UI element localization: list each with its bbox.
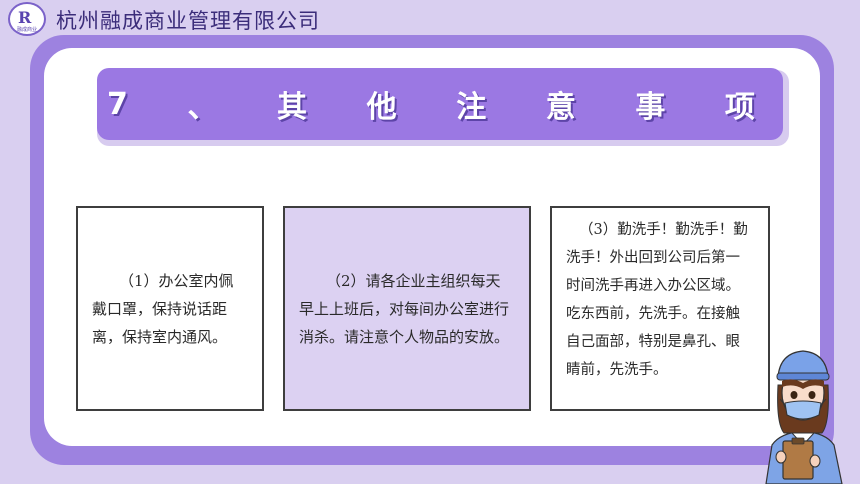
title-char: 其: [277, 90, 308, 125]
title-char: 项: [724, 90, 755, 125]
note-text-2: （2）请各企业主组织每天早上上班后，对每间办公室进行消杀。请注意个人物品的安放。: [299, 271, 510, 346]
logo-subtext: 融成商业: [17, 27, 38, 33]
title-char: 意: [545, 90, 576, 125]
note-box-2: （2）请各企业主组织每天早上上班后，对每间办公室进行消杀。请注意个人物品的安放。: [283, 206, 531, 411]
title-char: 他: [366, 90, 397, 125]
logo-letter: R: [18, 8, 32, 27]
company-logo-icon: R 融成商业: [8, 2, 46, 36]
title-char: 注: [456, 90, 487, 125]
title-char: 、: [187, 90, 218, 125]
company-name: 杭州融成商业管理有限公司: [56, 9, 320, 33]
title-char: 7: [107, 86, 128, 122]
title-char: 事: [635, 90, 666, 125]
note-box-3: （3）勤洗手！勤洗手！勤洗手！外出回到公司后第一时间洗手再进入办公区域。吃东西前…: [550, 206, 770, 411]
top-header-bar: R 融成商业 杭州融成商业管理有限公司: [0, 0, 860, 38]
slide-title-bar: 7 、 其 他 注 意 事 项: [97, 68, 783, 140]
note-text-3: （3）勤洗手！勤洗手！勤洗手！外出回到公司后第一时间洗手再进入办公区域。吃东西前…: [566, 222, 748, 378]
masked-worker-illustration: [765, 350, 843, 484]
note-text-1: （1）办公室内佩戴口罩，保持说话距离，保持室内通风。: [92, 271, 234, 346]
note-box-1: （1）办公室内佩戴口罩，保持说话距离，保持室内通风。: [76, 206, 264, 411]
